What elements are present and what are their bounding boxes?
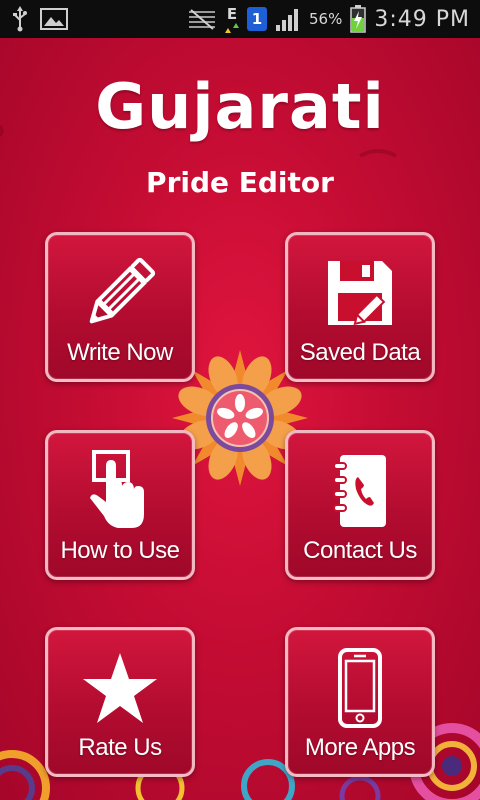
- star-icon: [83, 653, 157, 723]
- rate-us-label: Rate Us: [78, 734, 162, 761]
- smartphone-icon: [338, 648, 382, 728]
- status-bar: E 1 56% 3:49 PM: [0, 0, 480, 38]
- battery-percent: 56%: [309, 10, 343, 28]
- image-icon: [40, 8, 68, 30]
- write-now-label: Write Now: [67, 339, 173, 366]
- app-title: Gujarati: [95, 70, 385, 143]
- contact-us-button[interactable]: Contact Us: [285, 430, 435, 580]
- contact-us-label: Contact Us: [303, 537, 417, 564]
- touch-hand-icon: [90, 450, 144, 528]
- battery-charging-icon: [350, 5, 367, 33]
- more-apps-label: More Apps: [304, 734, 416, 761]
- mute-icon: [187, 8, 217, 30]
- saved-data-label: Saved Data: [299, 339, 421, 366]
- how-to-use-label: How to Use: [60, 537, 180, 564]
- status-time: 3:49 PM: [374, 6, 470, 32]
- signal-icon: [275, 7, 301, 31]
- saved-data-button[interactable]: Saved Data: [285, 232, 435, 382]
- write-now-button[interactable]: Write Now: [45, 232, 195, 382]
- more-apps-button[interactable]: More Apps: [285, 627, 435, 777]
- rate-us-button[interactable]: Rate Us: [45, 627, 195, 777]
- notification-badge-icon: 1: [247, 7, 267, 31]
- app-subtitle: Pride Editor: [146, 166, 334, 199]
- pencil-icon: [89, 257, 156, 324]
- usb-icon: [12, 6, 28, 32]
- app-screen: Gujarati Pride Editor Write Now Saved Da…: [0, 38, 480, 800]
- edge-data-icon: E: [225, 5, 239, 33]
- phone-book-icon: [333, 455, 386, 527]
- how-to-use-button[interactable]: How to Use: [45, 430, 195, 580]
- floppy-disk-icon: [328, 261, 392, 326]
